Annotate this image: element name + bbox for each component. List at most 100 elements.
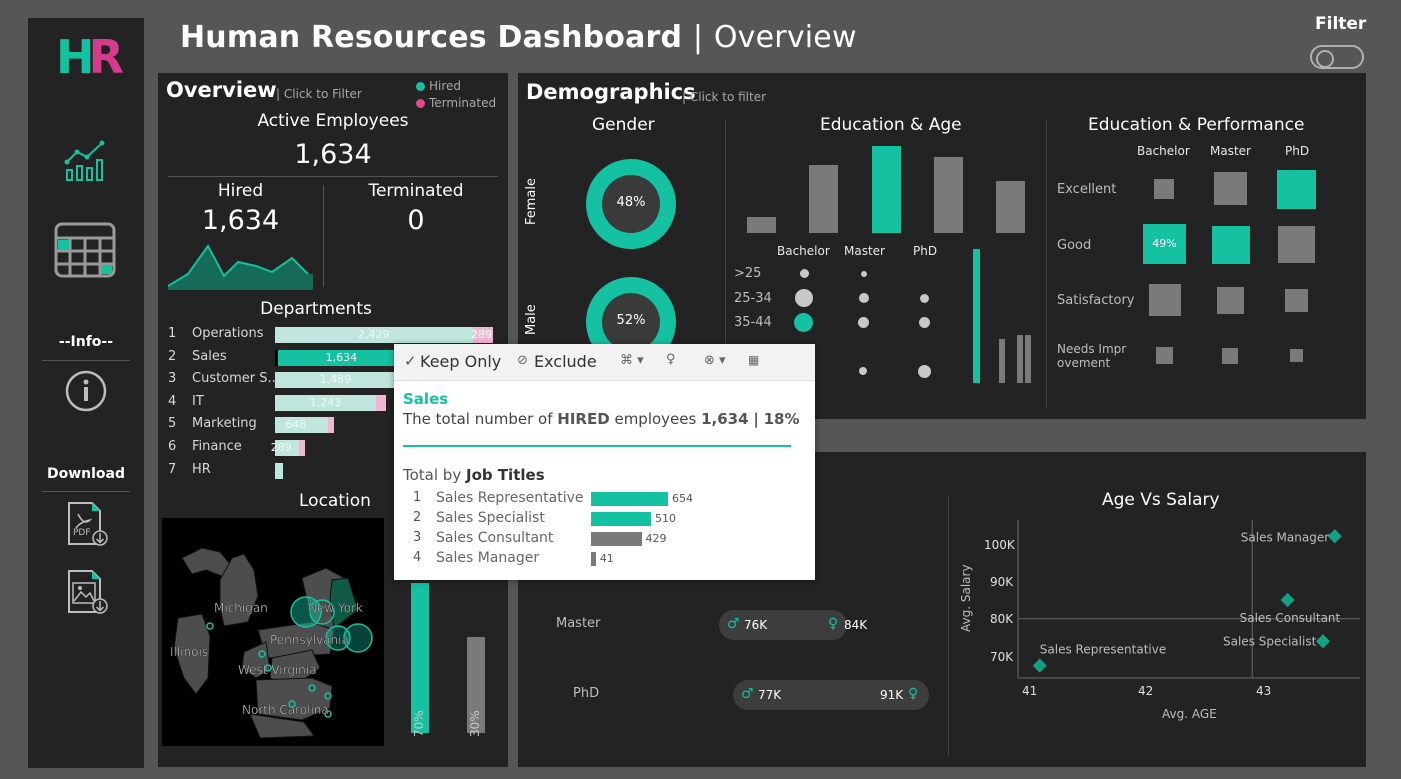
edu-age-bar[interactable] (996, 181, 1025, 233)
department-value: 2,429 (358, 328, 390, 341)
calendar-table-icon[interactable] (54, 222, 116, 278)
age-salary-chart[interactable]: Sales Manager Sales Consultant Sales Speci… (954, 512, 1364, 762)
job-bar[interactable] (591, 512, 652, 526)
age-edu-dot[interactable] (918, 365, 931, 378)
department-name: HR (192, 461, 211, 477)
scatter-point[interactable] (1032, 658, 1047, 673)
scatter-point[interactable] (1315, 634, 1331, 649)
department-name: Customer S.. (192, 371, 276, 387)
job-bar[interactable] (591, 492, 668, 506)
perf-cell[interactable] (1290, 349, 1303, 362)
age-edu-dot[interactable] (919, 317, 930, 328)
perf-cell[interactable] (1222, 348, 1238, 364)
dashboard-subtitle: Overview (713, 20, 857, 55)
download-divider (42, 491, 130, 492)
pdf-download-icon[interactable]: PDF (66, 500, 110, 548)
gender-female-label: Female (524, 177, 539, 225)
state-label-pennsylvania: Pennsylvania (270, 633, 349, 647)
edu-perf-title: Education & Performance (1088, 115, 1305, 135)
perf-cell-pct: 49% (1152, 237, 1177, 250)
tooltip-job-list: 1 Sales Representative 654 2 Sales Specialis… (394, 344, 815, 580)
department-bar[interactable] (275, 462, 283, 479)
age-total-bar[interactable] (999, 339, 1005, 383)
y-tick: 100K (984, 538, 1016, 552)
female-donut[interactable]: 48% (586, 159, 676, 249)
filter-label: Filter (1315, 14, 1367, 34)
age-edu-dot[interactable] (859, 293, 869, 303)
dashboard-title: Human Resources Dashboard (180, 20, 683, 55)
perf-cell[interactable] (1156, 347, 1173, 364)
perf-cell[interactable] (1278, 226, 1315, 263)
info-label: --Info-- (58, 334, 114, 350)
age-edu-dot[interactable] (800, 269, 809, 278)
hr-logo: HR (56, 30, 125, 84)
job-bar[interactable] (591, 552, 596, 566)
x-axis-label: Avg. AGE (1162, 707, 1217, 721)
age-salary-points: Sales Manager Sales Consultant Sales Speci… (1032, 529, 1342, 673)
job-title: Sales Manager (436, 550, 540, 566)
female-icon: ♀ (828, 616, 839, 632)
department-name: Operations (192, 326, 264, 341)
scatter-point[interactable] (1280, 592, 1295, 608)
job-rank: 4 (413, 550, 422, 565)
perf-cell[interactable] (1277, 170, 1316, 209)
age-total-bar[interactable] (973, 249, 980, 383)
scatter-point[interactable] (1327, 529, 1342, 544)
age-total-bar[interactable] (1025, 335, 1031, 383)
age-edu-dot[interactable] (920, 294, 929, 303)
hq-label-2: 30% (468, 710, 482, 737)
perf-cell[interactable] (1149, 284, 1181, 316)
department-value: 1,634 (325, 350, 358, 364)
department-terminated-bar[interactable] (327, 417, 334, 434)
age-edu-dot[interactable] (858, 317, 869, 328)
perf-row-label: Needs Impr ovement (1057, 342, 1127, 370)
perf-cell-highlight[interactable]: 49% (1143, 224, 1186, 264)
logo-h: H (56, 30, 94, 84)
department-name: IT (192, 393, 204, 409)
department-rank: 2 (168, 348, 177, 364)
job-title: Sales Consultant (436, 530, 554, 546)
sidebar: HR --Info-- Download PDF (28, 18, 144, 768)
age-total-bar[interactable] (1017, 335, 1023, 383)
department-name: Marketing (192, 416, 257, 432)
perf-cell[interactable] (1154, 179, 1174, 199)
department-terminated-bar[interactable] (376, 394, 387, 411)
job-bar[interactable] (591, 532, 642, 546)
perf-cell[interactable] (1212, 226, 1250, 264)
male-pct: 52% (616, 313, 646, 328)
phd-salary-pill[interactable]: ♂ 77K 91K ♀ (733, 680, 929, 710)
logo-r: R (88, 30, 125, 84)
department-rank: 7 (168, 461, 177, 477)
perf-cell[interactable] (1214, 172, 1247, 205)
edu-age-bar[interactable] (934, 157, 963, 233)
edu-age-bar[interactable] (747, 217, 776, 233)
department-terminated-value: 289 (471, 328, 492, 341)
edu-col-phd: PhD (913, 244, 938, 258)
scatter-point-label: Sales Representative (1040, 643, 1166, 657)
perf-cell[interactable] (1217, 287, 1244, 314)
age-edu-dot[interactable] (859, 367, 867, 375)
age-edu-dot[interactable] (795, 289, 813, 307)
filter-toggle[interactable] (1310, 45, 1364, 69)
age-edu-dot[interactable] (861, 271, 867, 277)
info-icon[interactable] (65, 370, 107, 412)
female-icon: ♀ (908, 686, 919, 702)
department-rank: 4 (168, 393, 177, 409)
overview-chart-icon[interactable] (64, 140, 108, 182)
job-title: Sales Representative (436, 490, 584, 506)
scatter-point-label: Sales Specialist (1223, 634, 1317, 648)
department-row[interactable]: 1 Operations 2,429 289 (158, 326, 508, 346)
phd-male-salary: 77K (758, 688, 782, 702)
edu-age-bar[interactable] (872, 146, 901, 233)
image-download-icon[interactable] (66, 568, 110, 616)
x-tick: 43 (1256, 684, 1271, 698)
perf-cell[interactable] (1285, 289, 1308, 312)
y-tick: 90K (990, 575, 1014, 589)
age-edu-dot[interactable] (794, 313, 813, 332)
age-row-label: 35-44 (734, 315, 772, 330)
department-rank: 6 (168, 439, 177, 454)
perf-row-label: Excellent (1057, 182, 1117, 197)
location-map[interactable]: Michigan New York Illinois Pennsylvania … (162, 518, 384, 746)
edu-age-bar[interactable] (809, 165, 838, 233)
department-terminated-bar[interactable] (298, 440, 305, 456)
